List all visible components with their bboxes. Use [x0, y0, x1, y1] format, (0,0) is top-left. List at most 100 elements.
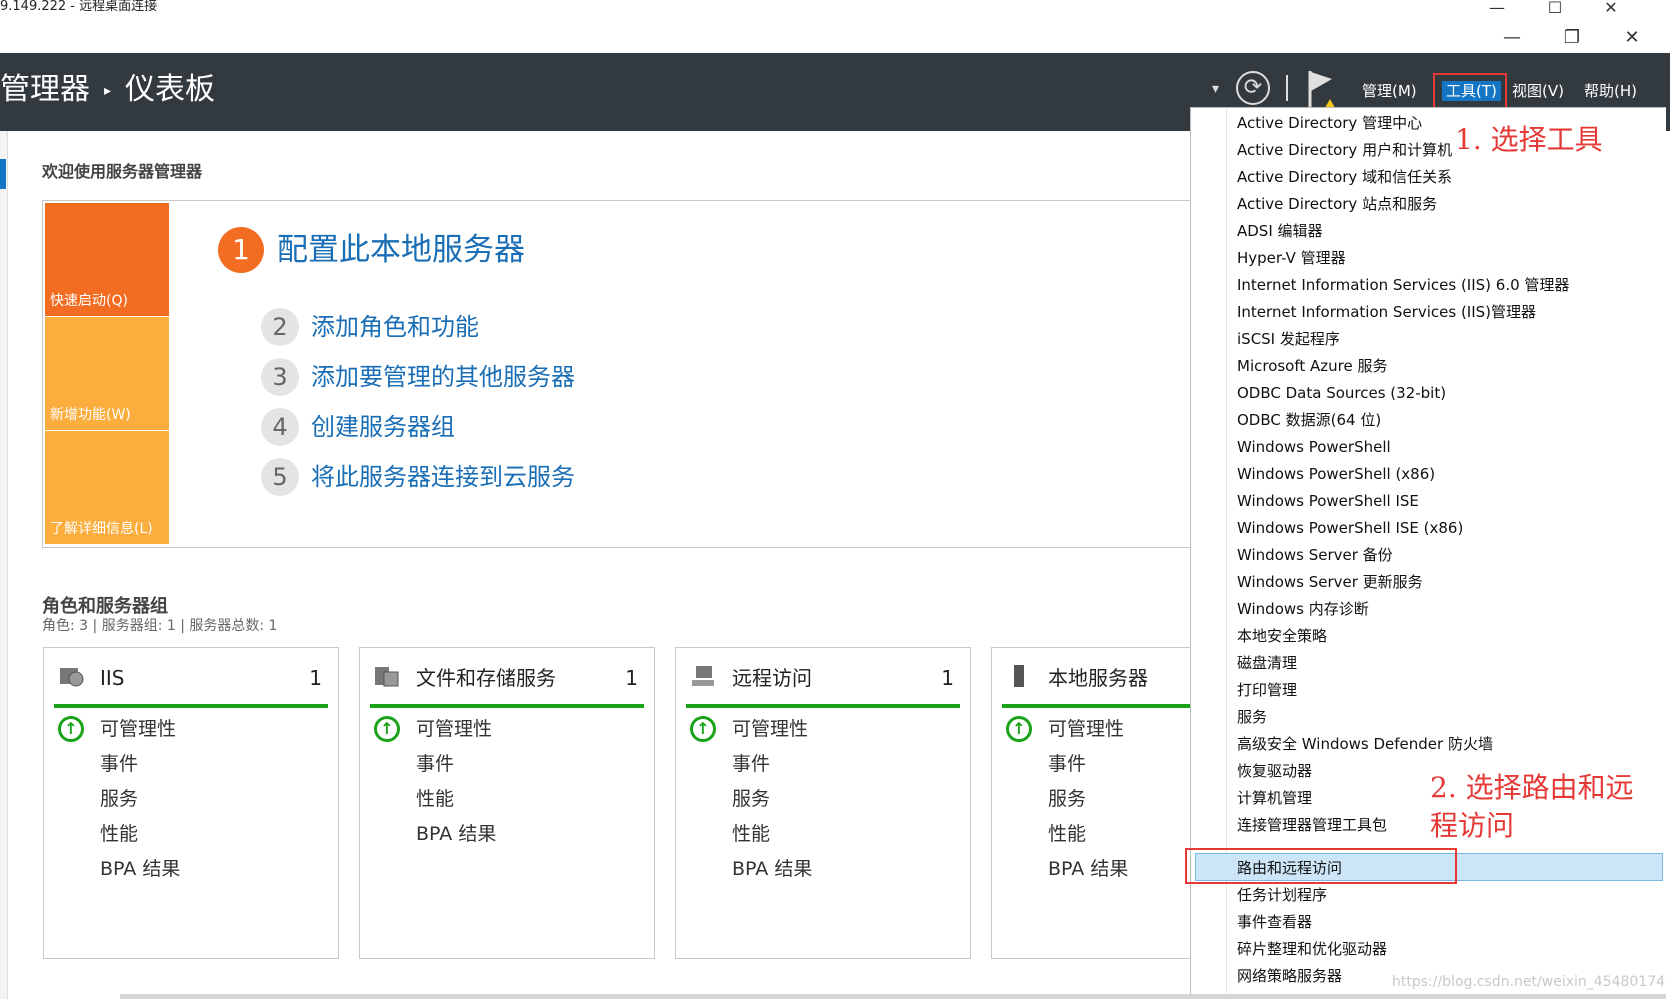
menu-item-memory-diagnostic[interactable]: Windows 内存诊断	[1237, 598, 1369, 620]
step-4-link[interactable]: 创建服务器组	[311, 409, 455, 445]
menu-item-defrag[interactable]: 碎片整理和优化驱动器	[1237, 938, 1387, 960]
menu-item-ad-admin-center[interactable]: Active Directory 管理中心	[1237, 112, 1422, 134]
menu-item-event-viewer[interactable]: 事件查看器	[1237, 911, 1312, 933]
card-row-performance[interactable]: 性能	[732, 821, 770, 847]
card-row-manageability[interactable]: 可管理性	[100, 716, 176, 742]
menu-item-defender-firewall[interactable]: 高级安全 Windows Defender 防火墙	[1237, 733, 1493, 755]
menu-item-odbc-64[interactable]: ODBC 数据源(64 位)	[1237, 409, 1381, 431]
step-4-number: 4	[261, 408, 299, 446]
window-minimize-button[interactable]: —	[1500, 27, 1524, 49]
menu-help[interactable]: 帮助(H)	[1584, 81, 1637, 101]
card-count: 1	[309, 666, 322, 690]
rdp-title-bar: 9.149.222 - 远程桌面连接 — ☐ ✕	[0, 0, 1670, 22]
card-title[interactable]: IIS	[100, 664, 125, 692]
iis-icon	[60, 668, 84, 687]
card-row-bpa[interactable]: BPA 结果	[732, 856, 812, 882]
rdp-close-button[interactable]: ✕	[1600, 0, 1622, 17]
menu-item-azure-services[interactable]: Microsoft Azure 服务	[1237, 355, 1388, 377]
tile-learn-more[interactable]: 了解详细信息(L)	[45, 431, 169, 544]
breadcrumb: 管理器 ▸ 仪表板	[0, 70, 215, 111]
menu-item-iscsi-initiator[interactable]: iSCSI 发起程序	[1237, 328, 1340, 350]
left-nav-selected-indicator[interactable]	[0, 159, 6, 189]
step-3-link[interactable]: 添加要管理的其他服务器	[311, 359, 575, 395]
card-row-bpa[interactable]: BPA 结果	[100, 856, 180, 882]
card-row-performance[interactable]: 性能	[416, 786, 454, 812]
card-row-manageability[interactable]: 可管理性	[1048, 716, 1124, 742]
card-row-bpa[interactable]: BPA 结果	[416, 821, 496, 847]
step-1-link[interactable]: 配置此本地服务器	[277, 230, 525, 270]
window-restore-button[interactable]: ❐	[1560, 27, 1584, 49]
menu-item-powershell[interactable]: Windows PowerShell	[1237, 436, 1391, 458]
role-card-iis[interactable]: IIS 1 ↑ 可管理性 事件 服务 性能 BPA 结果	[43, 647, 339, 959]
watermark: https://blog.csdn.net/weixin_45480174	[1392, 974, 1666, 990]
menu-item-server-backup[interactable]: Windows Server 备份	[1237, 544, 1393, 566]
role-card-file-storage[interactable]: 文件和存储服务 1 ↑ 可管理性 事件 性能 BPA 结果	[359, 647, 655, 959]
status-ok-icon: ↑	[1006, 716, 1032, 742]
tile-whats-new[interactable]: 新增功能(W)	[45, 317, 169, 430]
card-row-events[interactable]: 事件	[732, 751, 770, 777]
card-title[interactable]: 远程访问	[732, 664, 812, 692]
role-card-remote-access[interactable]: 远程访问 1 ↑ 可管理性 事件 服务 性能 BPA 结果	[675, 647, 971, 959]
menu-item-wsus[interactable]: Windows Server 更新服务	[1237, 571, 1423, 593]
card-row-events[interactable]: 事件	[416, 751, 454, 777]
menu-item-adsi-edit[interactable]: ADSI 编辑器	[1237, 220, 1323, 242]
menu-item-ad-sites-services[interactable]: Active Directory 站点和服务	[1237, 193, 1437, 215]
menu-item-local-security-policy[interactable]: 本地安全策略	[1237, 625, 1327, 647]
menu-item-disk-cleanup[interactable]: 磁盘清理	[1237, 652, 1297, 674]
menu-item-hyperv-manager[interactable]: Hyper-V 管理器	[1237, 247, 1346, 269]
menu-item-ad-domains-trusts[interactable]: Active Directory 域和信任关系	[1237, 166, 1452, 188]
card-count: 1	[941, 666, 954, 690]
step-2-link[interactable]: 添加角色和功能	[311, 309, 479, 345]
menu-item-odbc-32[interactable]: ODBC Data Sources (32-bit)	[1237, 382, 1446, 404]
menu-view[interactable]: 视图(V)	[1512, 81, 1564, 101]
menu-item-powershell-ise[interactable]: Windows PowerShell ISE	[1237, 490, 1419, 512]
menu-item-powershell-x86[interactable]: Windows PowerShell (x86)	[1237, 463, 1435, 485]
menu-item-ad-users-computers[interactable]: Active Directory 用户和计算机	[1237, 139, 1452, 161]
refresh-icon[interactable]: ⟳	[1236, 71, 1270, 105]
card-title[interactable]: 文件和存储服务	[416, 664, 556, 692]
horizontal-scrollbar[interactable]	[120, 994, 1666, 999]
annotation-step2-line1: 2. 选择路由和远	[1430, 771, 1634, 804]
step-1-number: 1	[218, 227, 264, 273]
tile-quick-start[interactable]: 快速启动(Q)	[45, 203, 169, 316]
rdp-maximize-button[interactable]: ☐	[1544, 0, 1566, 17]
menu-item-services[interactable]: 服务	[1237, 706, 1267, 728]
status-ok-icon: ↑	[690, 716, 716, 742]
notification-dropdown-arrow-icon[interactable]: ▾	[1212, 81, 1219, 97]
menu-item-computer-management[interactable]: 计算机管理	[1237, 787, 1312, 809]
card-count: 1	[625, 666, 638, 690]
menu-item-task-scheduler[interactable]: 任务计划程序	[1237, 884, 1327, 906]
breadcrumb-page: 仪表板	[125, 72, 216, 107]
menu-item-recovery-drive[interactable]: 恢复驱动器	[1237, 760, 1312, 782]
menu-item-powershell-ise-x86[interactable]: Windows PowerShell ISE (x86)	[1237, 517, 1463, 539]
welcome-title: 欢迎使用服务器管理器	[42, 162, 203, 181]
card-row-manageability[interactable]: 可管理性	[732, 716, 808, 742]
menu-item-cmak[interactable]: 连接管理器管理工具包	[1237, 814, 1387, 836]
step-5-link[interactable]: 将此服务器连接到云服务	[311, 459, 575, 495]
annotation-step2-line2: 程访问	[1430, 809, 1515, 842]
card-row-performance[interactable]: 性能	[100, 821, 138, 847]
menu-item-network-policy-server[interactable]: 网络策略服务器	[1237, 965, 1342, 987]
card-title[interactable]: 本地服务器	[1048, 664, 1148, 692]
rdp-minimize-button[interactable]: —	[1486, 0, 1508, 17]
card-row-events[interactable]: 事件	[1048, 751, 1086, 777]
menu-item-print-management[interactable]: 打印管理	[1237, 679, 1297, 701]
step-5-number: 5	[261, 458, 299, 496]
card-row-events[interactable]: 事件	[100, 751, 138, 777]
menu-manage[interactable]: 管理(M)	[1362, 81, 1417, 101]
status-bar	[686, 704, 960, 708]
card-row-services[interactable]: 服务	[732, 786, 770, 812]
local-server-icon	[1014, 665, 1024, 687]
step-3-number: 3	[261, 358, 299, 396]
card-row-manageability[interactable]: 可管理性	[416, 716, 492, 742]
card-row-bpa[interactable]: BPA 结果	[1048, 856, 1128, 882]
quick-start-panel: 快速启动(Q) 新增功能(W) 了解详细信息(L)	[42, 200, 1202, 548]
card-row-services[interactable]: 服务	[100, 786, 138, 812]
card-row-services[interactable]: 服务	[1048, 786, 1086, 812]
status-bar	[54, 704, 328, 708]
menu-item-iis6-manager[interactable]: Internet Information Services (IIS) 6.0 …	[1237, 274, 1569, 296]
window-close-button[interactable]: ✕	[1620, 27, 1644, 49]
card-row-performance[interactable]: 性能	[1048, 821, 1086, 847]
menu-item-iis-manager[interactable]: Internet Information Services (IIS)管理器	[1237, 301, 1536, 323]
breadcrumb-app[interactable]: 管理器	[0, 72, 90, 107]
